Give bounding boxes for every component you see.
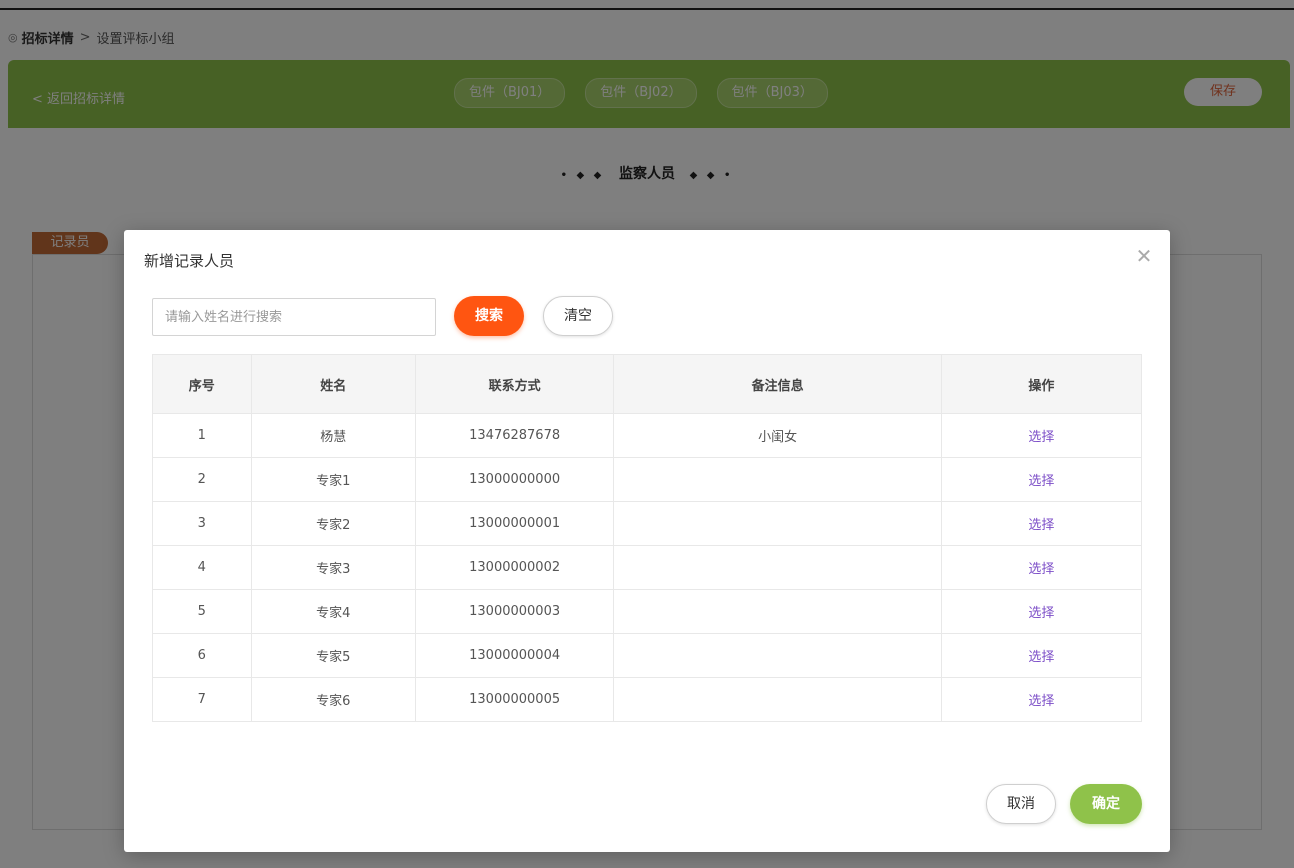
select-link[interactable]: 选择 bbox=[1028, 518, 1054, 533]
cell-index: 1 bbox=[152, 413, 252, 458]
table-row: 6 专家5 13000000004 选择 bbox=[152, 633, 1143, 678]
cancel-button[interactable]: 取消 bbox=[986, 784, 1056, 824]
cell-action: 选择 bbox=[940, 633, 1143, 678]
table-header-row: 序号 姓名 联系方式 备注信息 操作 bbox=[152, 354, 1143, 414]
cell-contact: 13000000002 bbox=[414, 545, 615, 590]
cell-index: 5 bbox=[152, 589, 252, 634]
select-link[interactable]: 选择 bbox=[1028, 650, 1054, 665]
cell-index: 2 bbox=[152, 457, 252, 502]
column-header-action: 操作 bbox=[940, 354, 1143, 414]
cell-action: 选择 bbox=[940, 677, 1143, 722]
cell-note bbox=[613, 457, 942, 502]
cell-contact: 13000000005 bbox=[414, 677, 615, 722]
cell-note: 小闺女 bbox=[613, 413, 942, 458]
cell-name: 杨慧 bbox=[250, 413, 416, 458]
cell-contact: 13000000000 bbox=[414, 457, 615, 502]
confirm-button[interactable]: 确定 bbox=[1070, 784, 1142, 824]
table-row: 5 专家4 13000000003 选择 bbox=[152, 589, 1143, 634]
column-header-contact: 联系方式 bbox=[414, 354, 615, 414]
cell-index: 7 bbox=[152, 677, 252, 722]
table-row: 7 专家6 13000000005 选择 bbox=[152, 677, 1143, 722]
search-button[interactable]: 搜索 bbox=[454, 296, 524, 336]
dialog-title: 新增记录人员 bbox=[144, 252, 235, 270]
cell-name: 专家5 bbox=[250, 633, 416, 678]
cell-action: 选择 bbox=[940, 589, 1143, 634]
close-icon[interactable]: ✕ bbox=[1134, 246, 1154, 266]
select-link[interactable]: 选择 bbox=[1028, 606, 1054, 621]
cell-note bbox=[613, 501, 942, 546]
table-row: 1 杨慧 13476287678 小闺女 选择 bbox=[152, 413, 1143, 458]
personnel-table: 序号 姓名 联系方式 备注信息 操作 1 杨慧 13476287678 小闺女 … bbox=[152, 354, 1143, 722]
cell-note bbox=[613, 589, 942, 634]
table-row: 4 专家3 13000000002 选择 bbox=[152, 545, 1143, 590]
cell-name: 专家1 bbox=[250, 457, 416, 502]
add-recorder-dialog: 新增记录人员 ✕ 搜索 清空 序号 姓名 联系方式 备注信息 操作 1 杨慧 1… bbox=[124, 230, 1170, 852]
cell-index: 3 bbox=[152, 501, 252, 546]
cell-name: 专家3 bbox=[250, 545, 416, 590]
cell-index: 4 bbox=[152, 545, 252, 590]
table-row: 3 专家2 13000000001 选择 bbox=[152, 501, 1143, 546]
cell-contact: 13000000004 bbox=[414, 633, 615, 678]
cell-contact: 13000000003 bbox=[414, 589, 615, 634]
cell-action: 选择 bbox=[940, 501, 1143, 546]
select-link[interactable]: 选择 bbox=[1028, 694, 1054, 709]
cell-name: 专家6 bbox=[250, 677, 416, 722]
clear-button[interactable]: 清空 bbox=[543, 296, 613, 336]
cell-note bbox=[613, 545, 942, 590]
cell-index: 6 bbox=[152, 633, 252, 678]
cell-action: 选择 bbox=[940, 413, 1143, 458]
column-header-name: 姓名 bbox=[250, 354, 416, 414]
cell-note bbox=[613, 633, 942, 678]
cell-contact: 13000000001 bbox=[414, 501, 615, 546]
cell-note bbox=[613, 677, 942, 722]
column-header-index: 序号 bbox=[152, 354, 252, 414]
cell-name: 专家4 bbox=[250, 589, 416, 634]
cell-name: 专家2 bbox=[250, 501, 416, 546]
table-row: 2 专家1 13000000000 选择 bbox=[152, 457, 1143, 502]
search-input[interactable] bbox=[152, 298, 436, 336]
cell-action: 选择 bbox=[940, 457, 1143, 502]
select-link[interactable]: 选择 bbox=[1028, 474, 1054, 489]
select-link[interactable]: 选择 bbox=[1028, 430, 1054, 445]
select-link[interactable]: 选择 bbox=[1028, 562, 1054, 577]
cell-contact: 13476287678 bbox=[414, 413, 615, 458]
cell-action: 选择 bbox=[940, 545, 1143, 590]
column-header-note: 备注信息 bbox=[613, 354, 942, 414]
